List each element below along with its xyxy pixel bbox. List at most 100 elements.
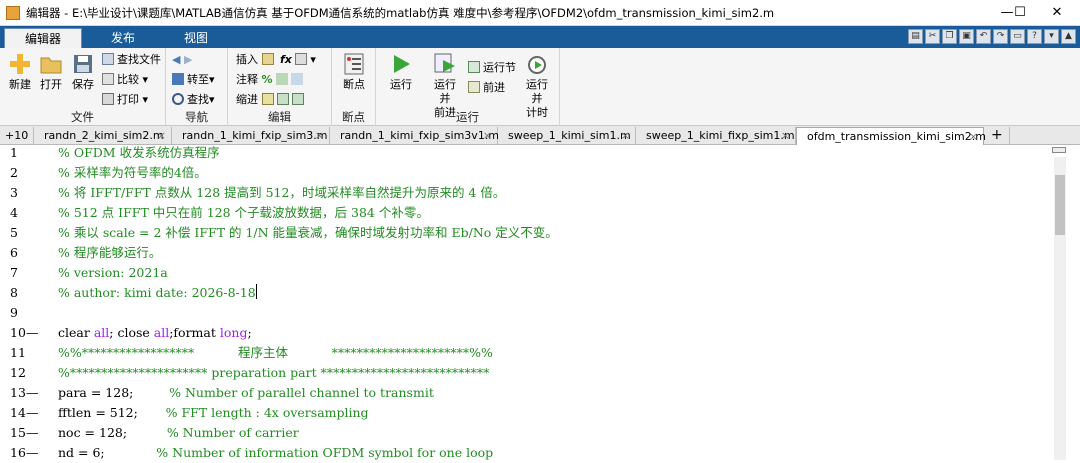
close-tab-icon[interactable]: × (969, 128, 978, 145)
breakpoint-marker[interactable]: — (26, 423, 39, 443)
search-icon (172, 93, 184, 105)
insert-button[interactable]: 插入 fx ▾ (236, 52, 316, 68)
increase-indent-icon[interactable] (276, 93, 289, 105)
function-icon[interactable] (295, 53, 308, 65)
close-tab-icon[interactable]: × (621, 127, 630, 144)
file-tab[interactable]: sweep_1_kimi_fixp_sim1.m × (636, 127, 796, 145)
decrease-indent-icon[interactable] (291, 93, 304, 105)
tab-view[interactable]: 视图 (160, 28, 232, 48)
undo-icon[interactable]: ↶ (976, 29, 991, 44)
code-line[interactable]: % 程序能够运行。 (58, 243, 161, 263)
code-line[interactable]: noc = 128; % Number of carrier (58, 423, 299, 443)
find-files-icon (102, 53, 114, 65)
scrollbar-thumb[interactable] (1055, 175, 1065, 235)
quick-access-toolbar: ▤ ✂ ❐ ▣ ↶ ↷ ▭ ? ▾ ▲ (908, 27, 1076, 47)
line-number: 1 (0, 143, 42, 163)
file-tab-active[interactable]: ofdm_transmission_kimi_sim2.m × (796, 127, 986, 145)
code-line[interactable]: % 采样率为符号率的4倍。 (58, 163, 207, 183)
collapse-icon[interactable]: ▲ (1061, 29, 1076, 44)
code-line[interactable]: fftlen = 512; % FFT length : 4x oversamp… (58, 403, 369, 423)
goto-button[interactable]: 转至▾ (172, 72, 215, 88)
close-tab-icon[interactable]: × (157, 127, 166, 144)
tab-editor[interactable]: 编辑器 (4, 28, 82, 48)
code-line[interactable]: para = 128; % Number of parallel channel… (58, 383, 434, 403)
split-editor-button[interactable] (1052, 147, 1066, 153)
group-file: 新建 打开 保存 查找文件 比较 ▾ 打印 ▾ 文件 (0, 48, 166, 126)
file-tab[interactable]: randn_1_kimi_fxip_sim3v1.m × (330, 127, 499, 145)
run-button[interactable]: 运行 (386, 52, 416, 92)
forward-arrow-icon[interactable]: ▶ (184, 53, 192, 66)
group-breakpoints: 断点 断点 (332, 48, 376, 126)
breakpoint-marker[interactable]: — (26, 443, 39, 463)
close-tab-icon[interactable]: × (781, 127, 790, 144)
line-number-text: 4 (10, 205, 18, 220)
line-number-text: 7 (10, 265, 18, 280)
ribbon: 新建 打开 保存 查找文件 比较 ▾ 打印 ▾ 文件 ◀ ▶ 转至▾ 查找▾ 导… (0, 48, 1080, 126)
line-number-text: 5 (10, 225, 18, 240)
copy-icon[interactable]: ❐ (942, 29, 957, 44)
find-button[interactable]: 查找▾ (172, 92, 215, 108)
line-number-text: 9 (10, 305, 18, 320)
code-line[interactable]: % 512 点 IFFT 中只在前 128 个子载波放数据，后 384 个补零。 (58, 203, 429, 223)
code-line[interactable]: %%****************** 程序主体 **************… (58, 343, 493, 363)
fx-icon[interactable]: fx (280, 53, 292, 66)
paste-icon[interactable]: ▣ (959, 29, 974, 44)
back-forward-buttons[interactable]: ◀ ▶ (172, 52, 192, 68)
tab-publish[interactable]: 发布 (88, 28, 158, 48)
code-line[interactable]: % 乘以 scale = 2 补偿 IFFT 的 1/N 能量衰减，确保时域发射… (58, 223, 558, 243)
cut-icon[interactable]: ✂ (925, 29, 940, 44)
compare-button[interactable]: 比较 ▾ (102, 72, 148, 88)
code-line[interactable]: clear all; close all;format long; (58, 323, 252, 343)
open-button[interactable]: 打开 (36, 52, 66, 92)
line-number: 5 (0, 223, 42, 243)
breakpoint-marker[interactable]: — (26, 323, 39, 343)
back-arrow-icon[interactable]: ◀ (172, 53, 180, 66)
save-icon[interactable]: ▤ (908, 29, 923, 44)
group-label-navigate: 导航 (185, 110, 208, 124)
comment-percent-icon[interactable]: % (262, 73, 273, 86)
uncomment-icon[interactable] (276, 73, 289, 85)
line-number: 15— (0, 423, 42, 443)
indent-button[interactable]: 缩进 (236, 92, 307, 108)
code-editor[interactable]: 1 2 3 4 5 6 7 8 9 10—11 12 13—14—15—16— % OFDM 收发系统… (0, 145, 1080, 460)
breakpoint-icon (344, 53, 364, 75)
find-files-button[interactable]: 查找文件 (102, 52, 161, 68)
code-line[interactable]: % 将 IFFT/FFT 点数从 128 提高到 512，时域采样率自然提升为原… (58, 183, 505, 203)
run-section-button[interactable]: 运行节 (468, 60, 516, 76)
line-number: 11 (0, 343, 42, 363)
new-tab-button[interactable]: + (984, 127, 1010, 145)
close-tab-icon[interactable]: × (483, 127, 492, 144)
line-number: 2 (0, 163, 42, 183)
code-line[interactable]: %********************** preparation part… (58, 363, 489, 383)
run-icon (394, 55, 410, 73)
smart-indent-icon[interactable] (261, 93, 274, 105)
breakpoint-marker[interactable]: — (26, 383, 39, 403)
code-line[interactable]: % author: kimi date: 2026-8-18 (58, 283, 257, 303)
wrap-comment-icon[interactable] (291, 73, 304, 85)
close-button[interactable]: ✕ (1034, 0, 1080, 26)
window-title: 编辑器 - E:\毕业设计\课题库\MATLAB通信仿真 基于OFDM通信系统的… (26, 6, 775, 20)
code-line[interactable]: % version: 2021a (58, 263, 168, 283)
advance-icon (468, 81, 480, 93)
dropdown-icon[interactable]: ▾ (1044, 29, 1059, 44)
print-button[interactable]: 打印 ▾ (102, 92, 148, 108)
line-number: 12 (0, 363, 42, 383)
group-navigate: ◀ ▶ 转至▾ 查找▾ 导航 (166, 48, 228, 126)
save-button[interactable]: 保存 (68, 52, 98, 92)
redo-icon[interactable]: ↷ (993, 29, 1008, 44)
file-tab[interactable]: sweep_1_kimi_sim1.m × (498, 127, 636, 145)
breakpoint-marker[interactable]: — (26, 403, 39, 423)
new-button[interactable]: 新建 (5, 52, 35, 92)
breakpoints-button[interactable]: 断点 (339, 52, 369, 92)
advance-button[interactable]: 前进 (468, 80, 505, 96)
switch-window-icon[interactable]: ▭ (1010, 29, 1025, 44)
comment-button[interactable]: 注释 % (236, 72, 306, 88)
close-tab-icon[interactable]: × (315, 127, 324, 144)
line-number-text: 2 (10, 165, 18, 180)
line-number: 10— (0, 323, 42, 343)
code-line[interactable]: % OFDM 收发系统仿真程序 (58, 143, 220, 163)
code-line[interactable]: nd = 6; % Number of information OFDM sym… (58, 443, 493, 463)
help-icon[interactable]: ? (1027, 29, 1042, 44)
goto-icon (172, 73, 184, 85)
vertical-scrollbar[interactable] (1054, 157, 1066, 460)
